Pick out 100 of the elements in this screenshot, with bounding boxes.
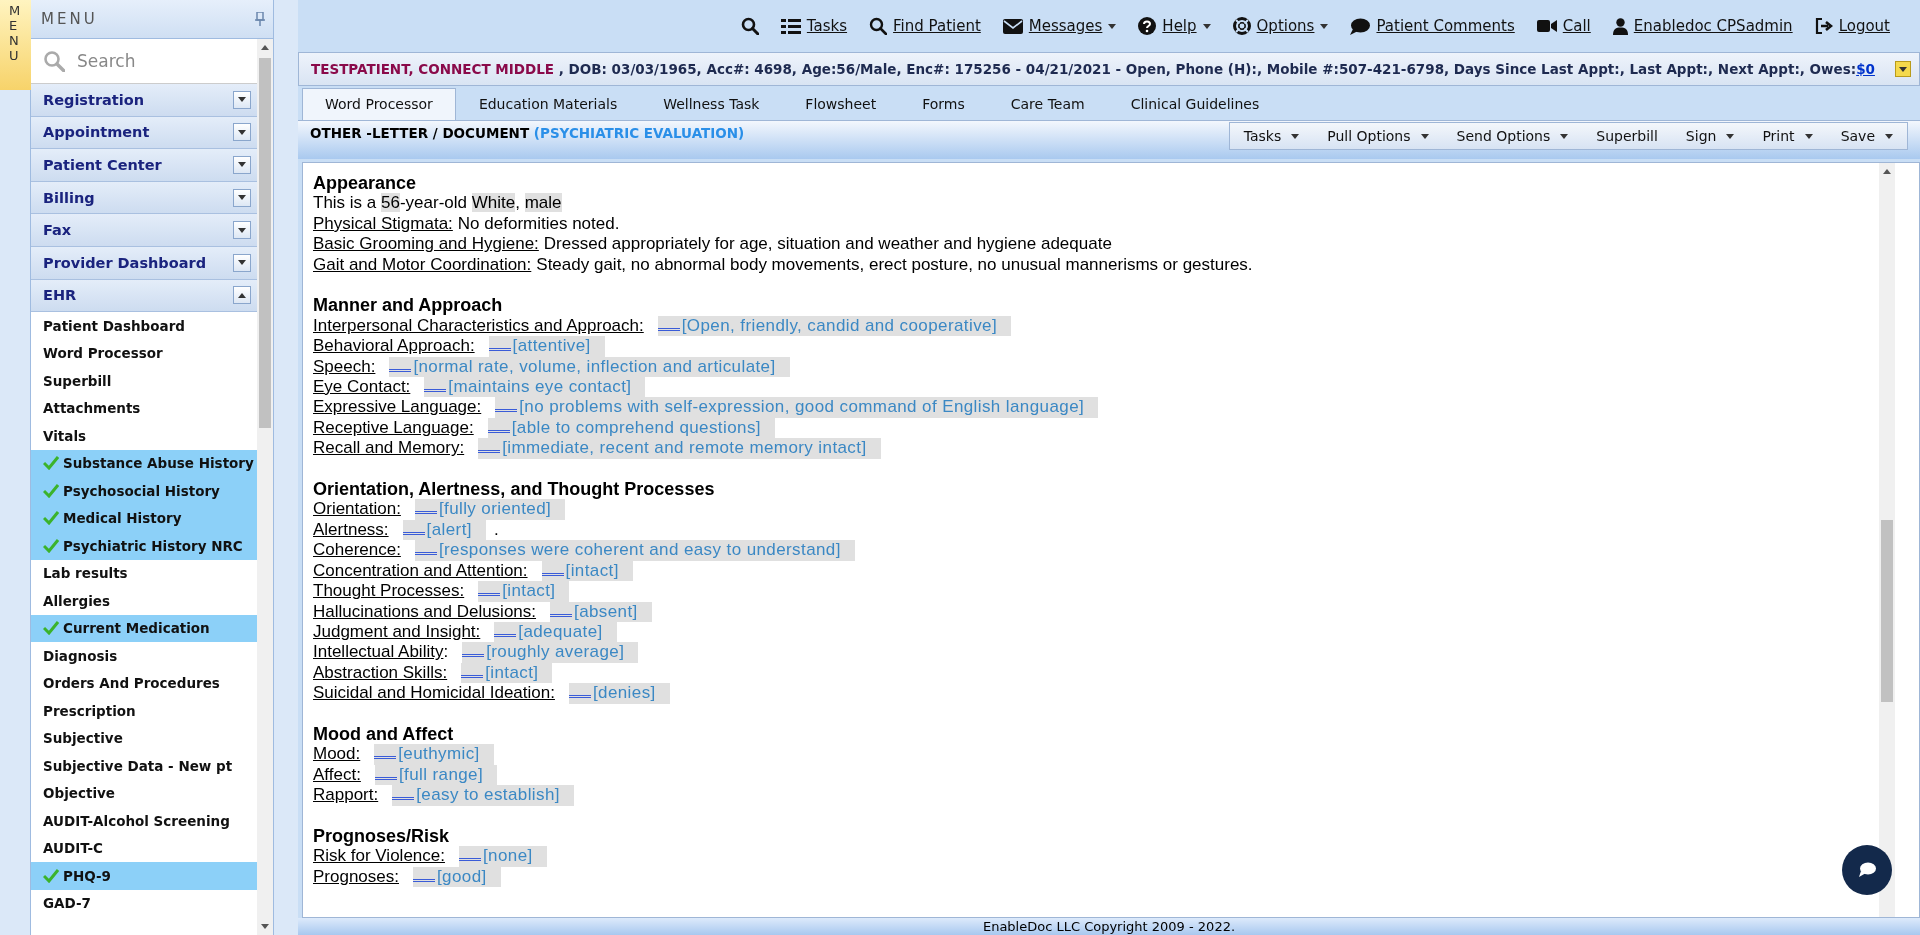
item-label[interactable]: PHQ-9 [63,867,111,884]
item-label[interactable]: AUDIT-Alcohol Screening [43,812,230,829]
section-label[interactable]: Billing [43,189,95,206]
section-label[interactable]: Patient Center [43,157,162,173]
toolbar-link[interactable]: Call [1536,17,1591,35]
balance-link[interactable]: $0 [1856,61,1875,77]
menu-item[interactable]: Current Medication [31,614,257,643]
menu-item[interactable]: Patient Dashboard [31,312,257,340]
action-button[interactable]: Save [1826,123,1907,149]
menu-item[interactable]: Vitals [31,422,257,450]
item-label[interactable]: Lab results [43,565,128,582]
section-label[interactable]: Appointment [43,124,150,141]
toolbar-link[interactable]: Enabledoc CPSadmin [1612,17,1793,35]
item-label[interactable]: Objective [43,785,115,802]
menu-tab[interactable]: MENU [0,0,31,90]
expand-button[interactable] [233,123,251,142]
toolbar-link[interactable]: Options [1232,17,1329,35]
section-label[interactable]: EHR [43,287,77,304]
menu-item[interactable]: Lab results [31,559,257,588]
pin-icon[interactable] [255,12,265,26]
item-label[interactable]: AUDIT-C [43,840,103,857]
section-label[interactable]: Fax [43,222,72,239]
expand-button[interactable] [233,90,251,109]
menu-item[interactable]: Subjective Data - New pt [31,752,257,780]
item-label[interactable]: Medical History [63,510,182,527]
action-button[interactable]: Tasks [1229,123,1314,149]
toolbar-link[interactable]: Logout [1814,17,1890,35]
section-header[interactable]: Fax [31,214,257,247]
scrollbar-thumb[interactable] [1881,520,1893,702]
section-header[interactable]: EHR [31,279,257,313]
tab[interactable]: Wellness Task [640,88,783,120]
section-header[interactable]: Billing [31,181,257,215]
toolbar-link[interactable]: Find Patient [869,17,981,35]
expand-button[interactable] [1895,61,1911,77]
menu-item[interactable]: AUDIT-C [31,834,257,863]
section-header[interactable]: Appointment [31,116,257,150]
section-header[interactable]: Provider Dashboard [31,246,257,280]
tab[interactable]: Forms [899,88,988,120]
collapse-button[interactable] [233,286,251,305]
item-label[interactable]: Psychiatric History NRC [63,537,243,554]
toolbar-link[interactable]: Messages [1002,17,1117,35]
menu-item[interactable]: Subjective [31,724,257,753]
item-label[interactable]: Allergies [43,592,110,609]
tab[interactable]: Education Materials [455,88,641,120]
action-button[interactable]: Print [1748,123,1827,149]
search-icon[interactable] [740,17,759,35]
item-label[interactable]: Subjective Data - New pt [43,757,233,774]
action-button[interactable]: Superbill [1582,123,1672,149]
field-label: Mood: [313,744,361,765]
expand-button[interactable] [233,188,251,207]
toolbar-link[interactable]: Help [1138,17,1211,35]
action-button[interactable]: Pull Options [1313,123,1443,149]
menu-item[interactable]: Medical History [31,504,257,533]
menu-item[interactable]: Orders And Procedures [31,669,257,698]
menu-item[interactable]: Word Processor [31,339,257,368]
item-label[interactable]: Subjective [43,730,123,747]
expand-button[interactable] [233,156,251,174]
field-label: Alertness: [313,519,389,541]
item-label[interactable]: Attachments [43,400,141,417]
item-label[interactable]: Vitals [43,427,87,444]
expand-button[interactable] [233,253,251,272]
toolbar-link[interactable]: Tasks [780,17,848,35]
menu-item[interactable]: Objective [31,779,257,808]
item-label[interactable]: GAD-7 [43,895,91,912]
item-label[interactable]: Orders And Procedures [43,675,220,692]
tab[interactable]: Care Team [987,88,1108,120]
item-label[interactable]: Substance Abuse History [63,455,254,472]
menu-item[interactable]: Superbill [31,367,257,395]
item-label[interactable]: Patient Dashboard [43,317,185,334]
section-label[interactable]: Registration [43,91,145,108]
menu-item[interactable]: Attachments [31,394,257,423]
scrollbar-thumb[interactable] [259,58,271,428]
action-button[interactable]: Sign [1671,123,1749,149]
document-title: OTHER -LETTER / DOCUMENT [310,125,530,141]
menu-item[interactable]: Allergies [31,587,257,615]
item-label[interactable]: Word Processor [43,345,163,362]
section-label[interactable]: Provider Dashboard [43,254,206,271]
tab[interactable]: Flowsheet [782,88,900,120]
scrollbar[interactable] [257,39,273,935]
menu-item[interactable]: Prescription [31,697,257,725]
menu-item[interactable]: PHQ-9 [31,862,257,890]
item-label[interactable]: Diagnosis [43,647,118,664]
menu-item[interactable]: Psychiatric History NRC [31,532,257,560]
menu-item[interactable]: AUDIT-Alcohol Screening [31,807,257,835]
item-label[interactable]: Prescription [43,702,136,719]
expand-button[interactable] [233,221,251,240]
item-label[interactable]: Current Medication [63,620,210,637]
section-header[interactable]: Registration [31,84,257,117]
section-header[interactable]: Patient Center [31,149,257,182]
menu-item[interactable]: Psychosocial History [31,477,257,505]
toolbar-link[interactable]: Patient Comments [1350,17,1515,35]
tab[interactable]: Word Processor [302,88,456,120]
menu-item[interactable]: Substance Abuse History [31,449,257,478]
item-label[interactable]: Superbill [43,372,112,389]
action-button[interactable]: Send Options [1442,123,1583,149]
item-label[interactable]: Psychosocial History [63,482,220,499]
menu-item[interactable]: Diagnosis [31,642,257,670]
menu-item[interactable]: GAD-7 [31,889,257,918]
tab[interactable]: Clinical Guidelines [1107,88,1283,120]
scrollbar[interactable] [1879,163,1895,917]
